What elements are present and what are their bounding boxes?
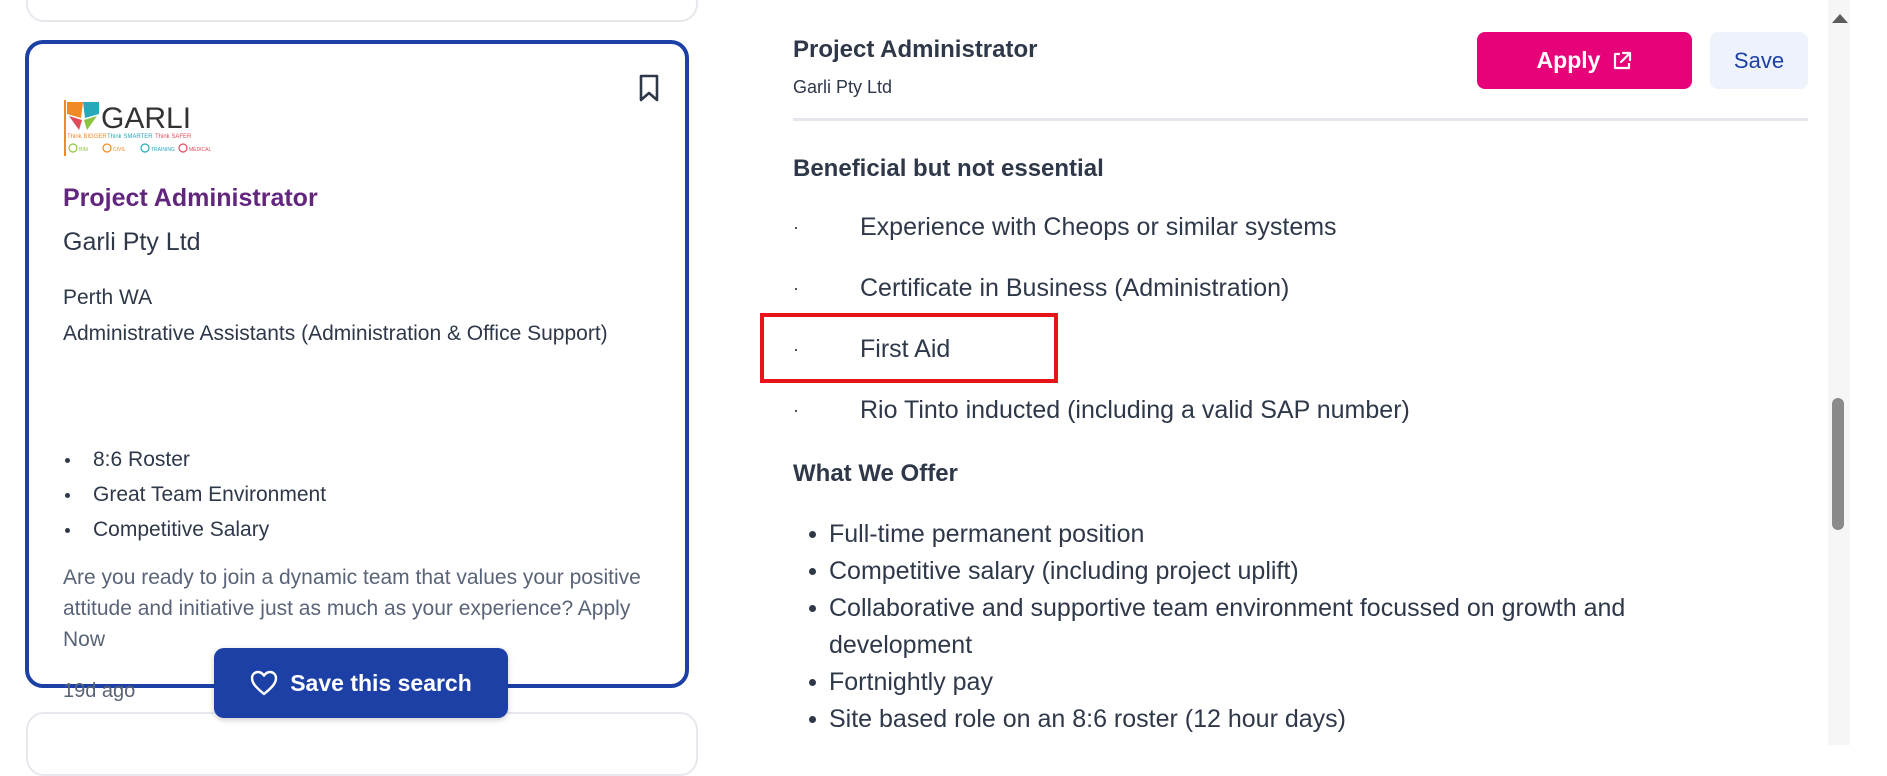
job-classification: Administrative Assistants (Administratio… [63,322,608,345]
list-item: Full-time permanent position [793,516,1813,553]
svg-text:GARLI: GARLI [101,102,191,135]
svg-text:TRAINING: TRAINING [151,147,175,153]
svg-text:Think SMARTER: Think SMARTER [107,134,153,140]
list-item: Great Team Environment [63,477,326,512]
save-search-label: Save this search [290,669,472,696]
list-item: Competitive Salary [63,512,326,547]
job-highlights: 8:6 Roster Great Team Environment Compet… [63,442,326,547]
save-job-button[interactable]: Save [1710,32,1808,89]
highlight-box [760,313,1058,383]
listing-age: 19d ago [63,680,136,702]
list-item: Competitive salary (including project up… [793,553,1813,590]
company-name: Garli Pty Ltd [63,228,201,256]
apply-button[interactable]: Apply [1477,32,1692,89]
scroll-up-arrow-icon[interactable] [1832,14,1848,23]
svg-text:Think BIGGER: Think BIGGER [67,134,107,140]
next-job-card[interactable] [26,712,698,776]
offer-list: Full-time permanent position Competitive… [793,516,1813,738]
header-divider [793,118,1808,121]
svg-text:MEDICAL: MEDICAL [189,147,211,153]
job-teaser: Are you ready to join a dynamic team tha… [63,566,641,651]
list-item: 8:6 Roster [63,442,326,477]
heart-icon [251,670,278,696]
section-heading-offer: What We Offer [793,460,958,487]
job-card-selected[interactable]: GARLI Think BIGGER Think SMARTER Think S… [25,40,689,702]
list-item: Fortnightly pay [793,664,1813,701]
apply-label: Apply [1536,47,1601,73]
list-item: Site based role on an 8:6 roster (12 hou… [793,701,1813,738]
company-logo: GARLI Think BIGGER Think SMARTER Think S… [64,100,211,156]
section-heading-beneficial: Beneficial but not essential [793,155,1104,182]
svg-text:Think SAFER: Think SAFER [155,134,192,140]
job-title-link[interactable]: Project Administrator [63,184,318,213]
scrollbar-thumb[interactable] [1832,398,1844,530]
save-search-button[interactable]: Save this search [214,648,508,718]
previous-job-card[interactable] [26,0,698,22]
list-item: Collaborative and supportive team enviro… [793,590,1709,664]
detail-job-title: Project Administrator [793,36,1038,63]
scrollbar-track[interactable] [1828,0,1850,745]
bookmark-icon[interactable] [637,74,661,102]
svg-text:BIM: BIM [79,147,88,153]
external-link-icon [1614,51,1632,69]
detail-company-name: Garli Pty Ltd [793,77,893,97]
job-location: Perth WA [63,286,153,309]
svg-text:CIVIL: CIVIL [113,147,126,153]
